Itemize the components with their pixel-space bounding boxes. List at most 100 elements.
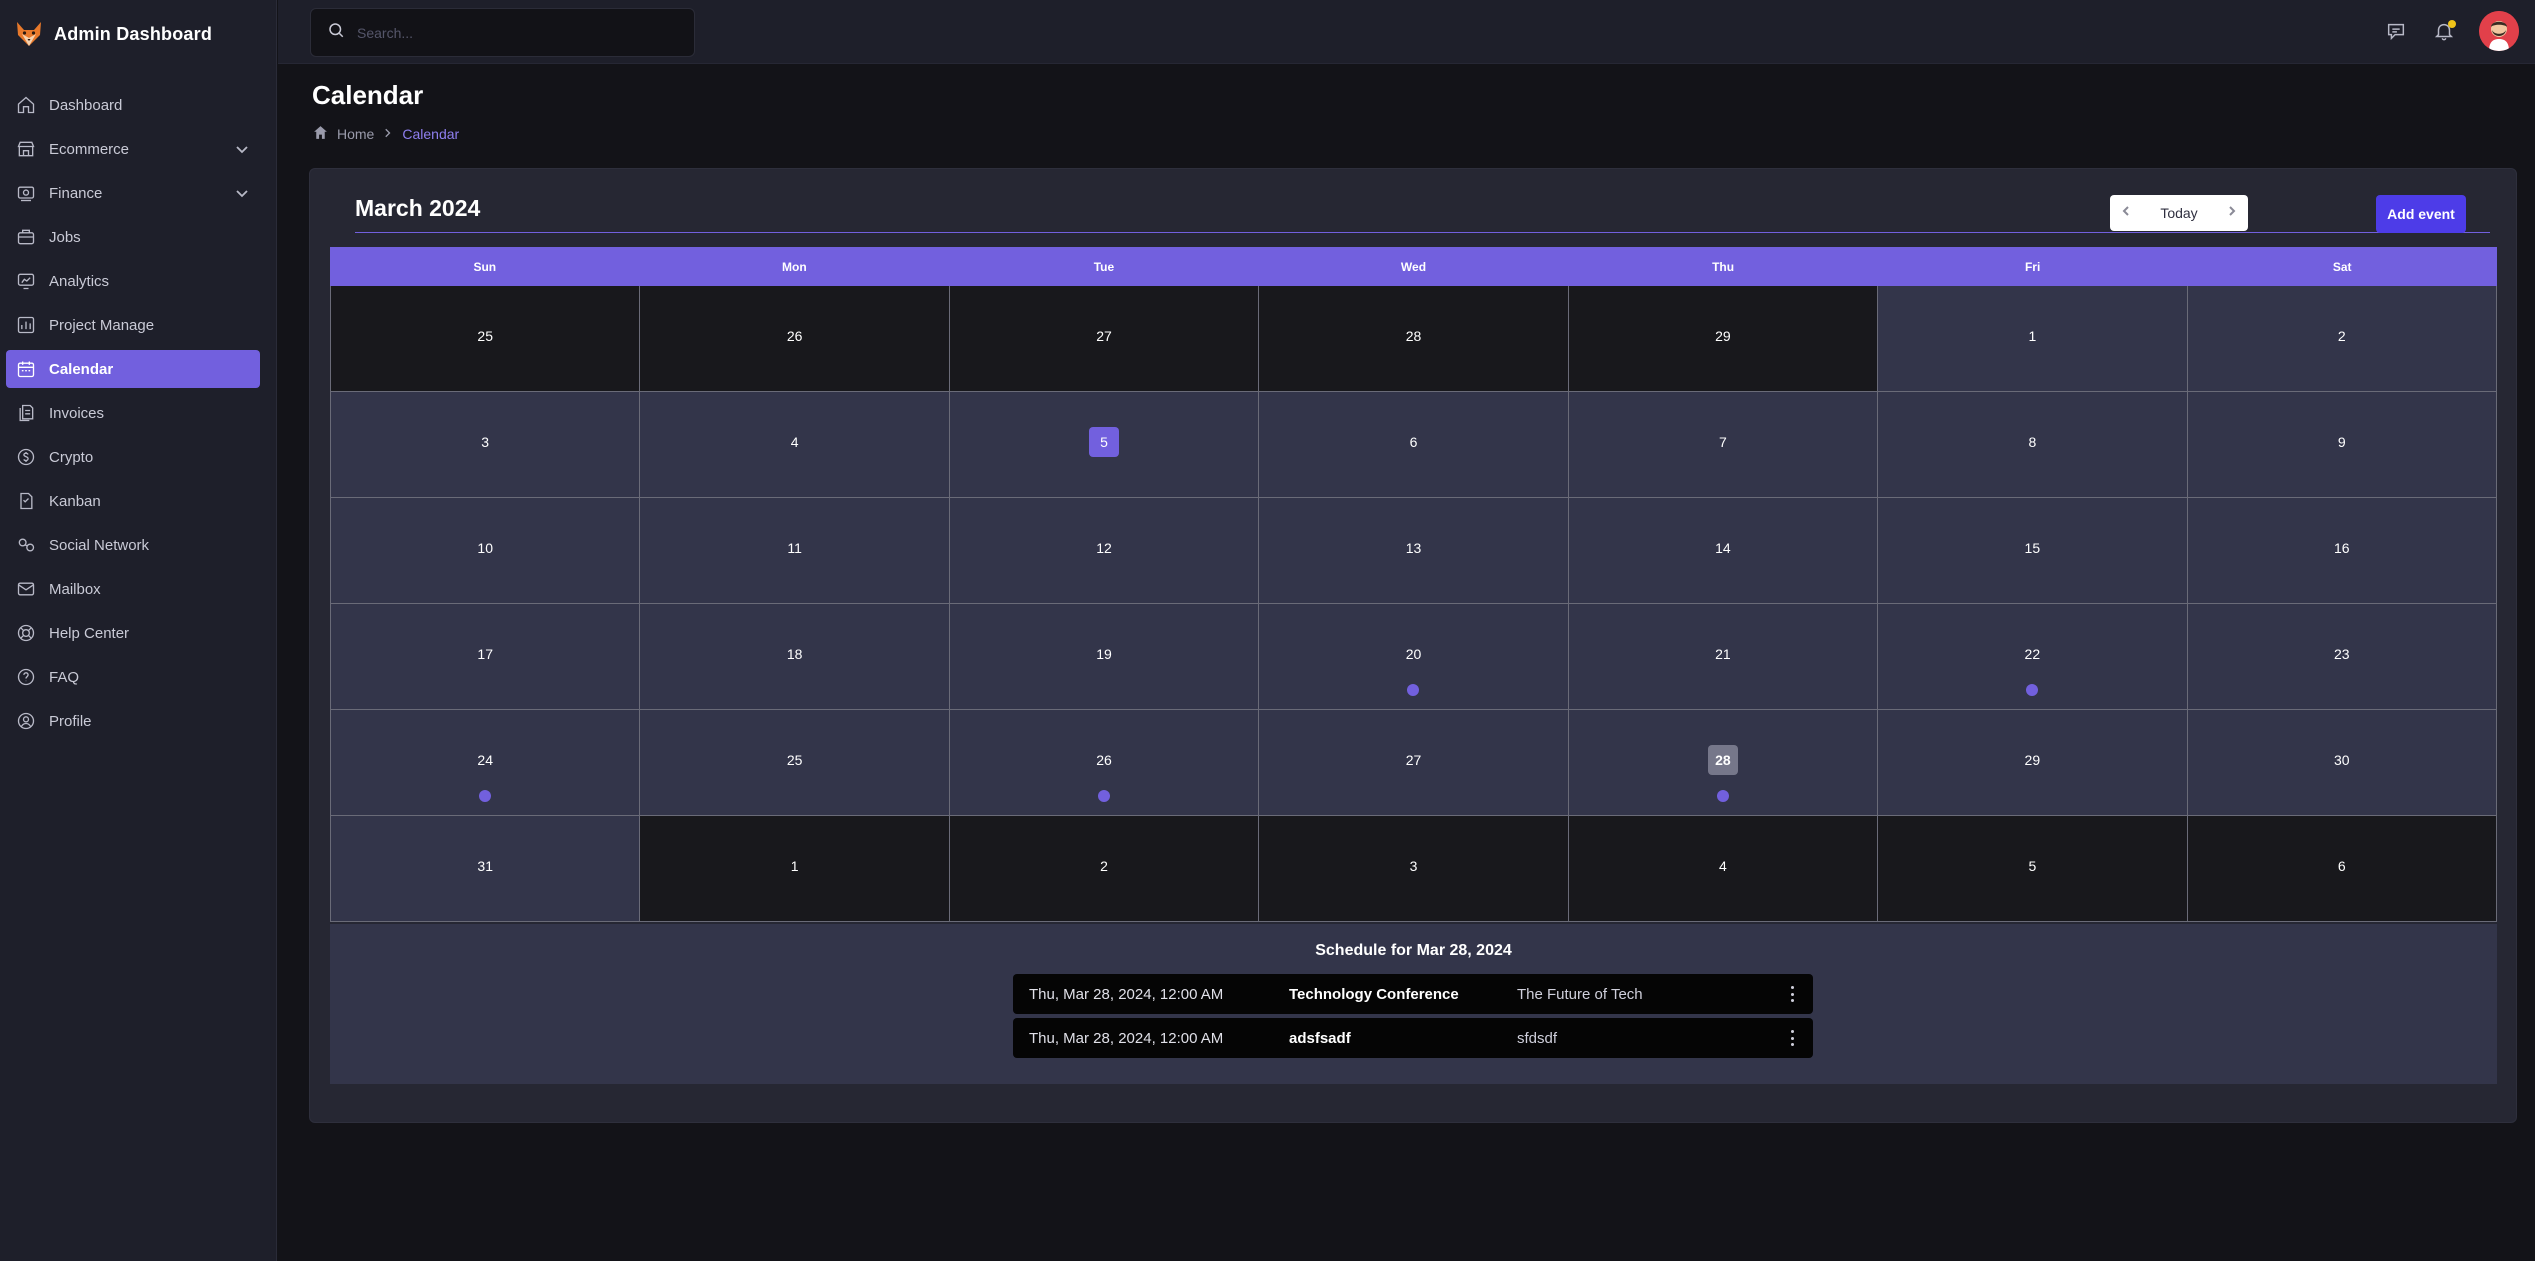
sidebar-item-ecommerce[interactable]: Ecommerce (6, 130, 260, 168)
calendar-day-cell[interactable]: 29 (1568, 286, 1879, 392)
weekday-label: Tue (1093, 259, 1115, 274)
next-month-button[interactable] (2226, 204, 2238, 222)
chat-icon[interactable] (2383, 18, 2409, 44)
calendar-day-cell[interactable]: 12 (949, 498, 1260, 604)
day-number: 8 (2028, 434, 2037, 450)
breadcrumb-home[interactable]: Home (337, 126, 374, 142)
sidebar-item-project-manage[interactable]: Project Manage (6, 306, 260, 344)
event-indicator-dot (1407, 684, 1420, 696)
add-event-button[interactable]: Add event (2376, 195, 2466, 233)
sidebar-item-crypto[interactable]: Crypto (6, 438, 260, 476)
today-button[interactable]: Today (2160, 205, 2197, 221)
briefcase-icon (15, 226, 37, 248)
more-vertical-icon[interactable] (1789, 1030, 1795, 1046)
sidebar-item-label: Calendar (49, 360, 114, 378)
calendar-day-cell[interactable]: 2 (949, 816, 1260, 922)
calendar-day-cell[interactable]: 28 (1259, 286, 1569, 392)
calendar-day-cell[interactable]: 5 (949, 392, 1260, 498)
calendar-day-cell[interactable]: 1 (1878, 286, 2188, 392)
calendar-day-cell[interactable]: 26 (949, 710, 1260, 816)
day-number: 4 (1719, 858, 1727, 874)
calendar-day-cell[interactable]: 25 (640, 710, 950, 816)
calendar-day-cell[interactable]: 27 (1259, 710, 1569, 816)
day-number: 6 (2337, 858, 2346, 874)
sidebar-item-faq[interactable]: FAQ (6, 658, 260, 696)
day-number: 16 (2333, 540, 2350, 556)
calendar-day-cell[interactable]: 20 (1259, 604, 1569, 710)
search-box[interactable] (310, 8, 695, 57)
prev-month-button[interactable] (2120, 204, 2132, 222)
calendar-day-cell[interactable]: 23 (2187, 604, 2497, 710)
calendar-day-cell[interactable]: 16 (2187, 498, 2497, 604)
calendar-day-cell[interactable]: 19 (949, 604, 1260, 710)
sidebar: Admin Dashboard Dashboard Ecommerce Fina… (0, 0, 277, 1261)
analytics-icon (15, 270, 37, 292)
event-indicator-dot (2026, 684, 2039, 696)
calendar-week-row: 25 26 27 28 29 1 2 (331, 286, 2497, 392)
profile-icon (15, 710, 37, 732)
calendar-day-cell[interactable]: 14 (1568, 498, 1879, 604)
breadcrumb-current: Calendar (402, 126, 460, 142)
calendar-day-cell[interactable]: 5 (1878, 816, 2188, 922)
calendar-day-cell[interactable]: 2 (2187, 286, 2497, 392)
sidebar-item-kanban[interactable]: Kanban (6, 482, 260, 520)
calendar-day-cell[interactable]: 11 (640, 498, 950, 604)
day-number: 7 (1719, 434, 1727, 450)
calendar-day-cell[interactable]: 7 (1568, 392, 1879, 498)
home-icon[interactable] (312, 124, 329, 144)
calendar-day-cell[interactable]: 31 (331, 816, 641, 922)
calendar-day-cell[interactable]: 3 (1259, 816, 1569, 922)
calendar-day-cell[interactable]: 1 (640, 816, 950, 922)
calendar-day-cell[interactable]: 15 (1878, 498, 2188, 604)
calendar-day-cell[interactable]: 27 (949, 286, 1260, 392)
calendar-icon (15, 358, 37, 380)
day-number: 24 (477, 752, 493, 768)
calendar-week-row: 10 11 12 13 14 15 16 (331, 498, 2497, 604)
calendar-day-cell[interactable]: 24 (331, 710, 641, 816)
sidebar-item-help-center[interactable]: Help Center (6, 614, 260, 652)
sidebar-item-mailbox[interactable]: Mailbox (6, 570, 260, 608)
sidebar-item-finance[interactable]: Finance (6, 174, 260, 212)
calendar-day-cell[interactable]: 22 (1878, 604, 2188, 710)
calendar-day-cell[interactable]: 8 (1878, 392, 2188, 498)
calendar-day-cell[interactable]: 4 (1568, 816, 1879, 922)
sidebar-item-analytics[interactable]: Analytics (6, 262, 260, 300)
calendar-day-cell[interactable]: 6 (1259, 392, 1569, 498)
event-description: sfdsdf (1517, 1029, 1558, 1047)
calendar-day-cell[interactable]: 6 (2187, 816, 2497, 922)
calendar-day-cell[interactable]: 3 (331, 392, 641, 498)
calendar-day-cell[interactable]: 13 (1259, 498, 1569, 604)
calendar-day-cell[interactable]: 17 (331, 604, 641, 710)
chevron-down-icon[interactable] (234, 141, 250, 157)
brand[interactable]: Admin Dashboard (14, 18, 212, 50)
calendar-day-cell[interactable]: 26 (640, 286, 950, 392)
calendar-day-cell[interactable]: 28 (1568, 710, 1879, 816)
sidebar-item-jobs[interactable]: Jobs (6, 218, 260, 256)
day-number: 25 (786, 752, 803, 768)
day-number: 17 (477, 646, 493, 662)
sidebar-item-profile[interactable]: Profile (6, 702, 260, 740)
weekday-header: Sun Mon Tue Wed Thu Fri Sat (330, 247, 2497, 286)
calendar-day-cell[interactable]: 30 (2187, 710, 2497, 816)
calendar-day-cell[interactable]: 21 (1568, 604, 1879, 710)
sidebar-item-invoices[interactable]: Invoices (6, 394, 260, 432)
bell-icon[interactable] (2431, 18, 2457, 44)
sidebar-item-calendar[interactable]: Calendar (6, 350, 260, 388)
calendar-day-cell[interactable]: 4 (640, 392, 950, 498)
calendar-day-cell[interactable]: 10 (331, 498, 641, 604)
sidebar-item-social-network[interactable]: Social Network (6, 526, 260, 564)
sidebar-item-dashboard[interactable]: Dashboard (6, 86, 260, 124)
schedule-event[interactable]: Thu, Mar 28, 2024, 12:00 AM Technology C… (1013, 974, 1813, 1014)
avatar[interactable] (2479, 11, 2519, 51)
day-number: 26 (786, 328, 803, 344)
calendar-day-cell[interactable]: 25 (331, 286, 641, 392)
chevron-down-icon[interactable] (234, 185, 250, 201)
help-center-icon (15, 622, 37, 644)
schedule-event[interactable]: Thu, Mar 28, 2024, 12:00 AM adsfsadf sfd… (1013, 1018, 1813, 1058)
fox-logo-icon (14, 19, 44, 49)
search-input[interactable] (357, 24, 677, 41)
more-vertical-icon[interactable] (1789, 986, 1795, 1002)
calendar-day-cell[interactable]: 18 (640, 604, 950, 710)
calendar-day-cell[interactable]: 9 (2187, 392, 2497, 498)
calendar-day-cell[interactable]: 29 (1878, 710, 2188, 816)
